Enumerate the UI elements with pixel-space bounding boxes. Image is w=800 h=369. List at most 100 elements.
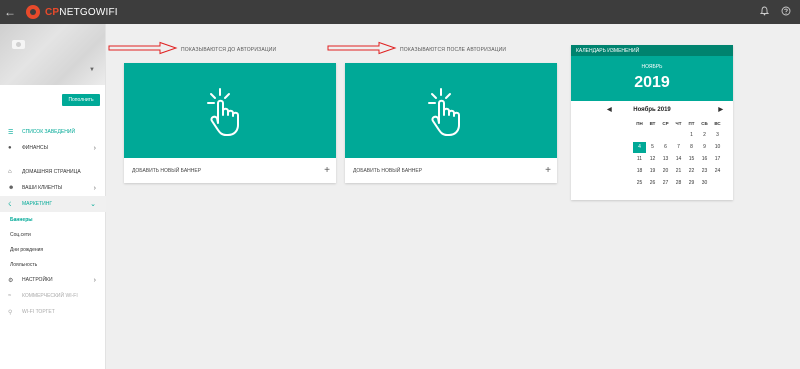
calendar-week-row: 25 26 27 28 29 30 (633, 177, 724, 189)
banner-placeholder[interactable] (345, 63, 557, 158)
calendar-day[interactable]: 26 (646, 178, 659, 189)
add-banner-row[interactable]: ДОБАВИТЬ НОВЫЙ БАННЕР + (124, 158, 336, 183)
calendar-day[interactable]: 21 (672, 166, 685, 177)
changes-calendar: КАЛЕНДАРЬ ИЗМЕНЕНИЙ НОЯБРЬ 2019 ◀ Ноябрь… (571, 45, 733, 200)
bell-icon[interactable] (758, 6, 770, 19)
sidebar-item-clients[interactable]: ☻ ВАШИ КЛИЕНТЫ › (0, 180, 106, 196)
sidebar-item-finance[interactable]: ● ФИНАНСЫ › (0, 140, 106, 156)
home-icon: ⌂ (8, 169, 12, 175)
sidebar-item-venues[interactable]: ☰ СПИСОК ЗАВЕДЕНИЙ (0, 124, 106, 140)
sidebar-subitem-banners[interactable]: Баннеры (0, 212, 106, 227)
calendar-day[interactable]: 10 (711, 142, 724, 153)
chevron-down-icon[interactable]: ▼ (89, 67, 95, 73)
calendar-day[interactable]: 7 (672, 142, 685, 153)
calendar-year-box: НОЯБРЬ 2019 (571, 56, 733, 101)
calendar-day[interactable]: 25 (633, 178, 646, 189)
logo[interactable]: CPNETGOWIFI (26, 5, 118, 19)
sidebar-item-label: WI-FI ТОРГЕТ (22, 309, 55, 315)
red-arrow-annotation (327, 41, 397, 55)
tap-hand-icon (207, 87, 239, 136)
calendar-week-row: 4 5 6 7 8 9 10 (633, 141, 724, 153)
banner-placeholder[interactable] (124, 63, 336, 158)
sidebar-item-wifi-target[interactable]: ⚲ WI-FI ТОРГЕТ (0, 304, 106, 320)
calendar-year: 2019 (634, 74, 670, 91)
calendar-day[interactable]: 3 (711, 130, 724, 141)
add-banner-button[interactable]: + (545, 165, 551, 176)
calendar-day[interactable]: 27 (659, 178, 672, 189)
topup-button[interactable]: Пополнить (62, 94, 100, 106)
calendar-weekday: ПТ (688, 120, 695, 126)
money-icon: ● (8, 145, 12, 151)
calendar-weekday: ВТ (649, 120, 656, 126)
calendar-day[interactable]: 12 (646, 154, 659, 165)
calendar-day[interactable]: 16 (698, 154, 711, 165)
calendar-day[interactable]: 1 (685, 130, 698, 141)
sidebar-item-settings[interactable]: ⚙ НАСТРОЙКИ › (0, 272, 106, 288)
location-pin-icon: ⚲ (8, 309, 13, 316)
sidebar-item-commercial-wifi[interactable]: ≈ КОММЕРЧЕСКИЙ WI-FI (0, 288, 106, 304)
calendar-empty-cell (659, 130, 672, 141)
chevron-right-icon: › (93, 276, 96, 284)
calendar-weekday: СБ (701, 120, 708, 126)
prev-month-icon[interactable]: ◀ (607, 106, 612, 113)
chevron-down-icon: ⌄ (90, 201, 96, 208)
back-arrow-icon[interactable]: ← (0, 0, 20, 24)
calendar-day[interactable]: 6 (659, 142, 672, 153)
sidebar-item-label: ВАШИ КЛИЕНТЫ (22, 185, 63, 191)
add-banner-label: ДОБАВИТЬ НОВЫЙ БАННЕР (132, 167, 202, 174)
calendar-day[interactable]: 4 (633, 141, 646, 153)
label-before-auth: ПОКАЗЫВАЮТСЯ ДО АВТОРИЗАЦИИ (181, 47, 277, 53)
sidebar-subitem-social[interactable]: Соц.сети (0, 227, 106, 242)
add-banner-row[interactable]: ДОБАВИТЬ НОВЫЙ БАННЕР + (345, 158, 557, 183)
sidebar-item-label: МАРКЕТИНГ (22, 201, 53, 207)
calendar-day[interactable]: 15 (685, 154, 698, 165)
profile-header[interactable]: ▼ (0, 24, 105, 85)
calendar-day[interactable]: 20 (659, 166, 672, 177)
calendar-day[interactable]: 28 (672, 178, 685, 189)
calendar-month-nav: ◀ Ноябрь 2019 ▶ (571, 101, 733, 118)
sidebar-nav: ☰ СПИСОК ЗАВЕДЕНИЙ ● ФИНАНСЫ › ⌂ ДОМАШНЯ… (0, 124, 106, 320)
calendar-day[interactable]: 30 (698, 178, 711, 189)
red-arrow-annotation (108, 41, 178, 55)
camera-icon[interactable] (12, 40, 25, 49)
label-after-auth: ПОКАЗЫВАЮТСЯ ПОСЛЕ АВТОРИЗАЦИИ (400, 47, 507, 53)
calendar-day[interactable]: 9 (698, 142, 711, 153)
calendar-day[interactable]: 2 (698, 130, 711, 141)
calendar-day[interactable]: 14 (672, 154, 685, 165)
banner-card-before-auth: ДОБАВИТЬ НОВЫЙ БАННЕР + (124, 63, 336, 183)
calendar-day[interactable]: 23 (698, 166, 711, 177)
sidebar-item-label: КОММЕРЧЕСКИЙ WI-FI (22, 293, 78, 299)
next-month-icon[interactable]: ▶ (718, 106, 723, 113)
calendar-month-small: НОЯБРЬ (641, 64, 663, 70)
calendar-day[interactable]: 8 (685, 142, 698, 153)
calendar-day[interactable]: 22 (685, 166, 698, 177)
logo-cp-text: CP (45, 6, 60, 18)
sidebar-item-home-page[interactable]: ⌂ ДОМАШНЯЯ СТРАНИЦА (0, 164, 106, 180)
calendar-day[interactable]: 19 (646, 166, 659, 177)
sidebar-item-marketing[interactable]: ☇ МАРКЕТИНГ ⌄ (0, 196, 106, 212)
add-banner-label: ДОБАВИТЬ НОВЫЙ БАННЕР (353, 167, 423, 174)
calendar-day[interactable]: 29 (685, 178, 698, 189)
sidebar-item-label: ФИНАНСЫ (22, 145, 48, 151)
help-icon[interactable] (780, 6, 792, 19)
chevron-right-icon: › (93, 184, 96, 192)
add-banner-button[interactable]: + (324, 165, 330, 176)
calendar-day[interactable]: 11 (633, 154, 646, 165)
calendar-day[interactable]: 18 (633, 166, 646, 177)
calendar-day[interactable]: 24 (711, 166, 724, 177)
calendar-day[interactable]: 17 (711, 154, 724, 165)
person-icon: ☻ (8, 185, 15, 191)
network-icon: ☇ (8, 201, 12, 208)
sidebar-subitem-birthdays[interactable]: Дни рождения (0, 242, 106, 257)
sidebar-item-label: ДОМАШНЯЯ СТРАНИЦА (22, 169, 81, 175)
calendar-day[interactable]: 13 (659, 154, 672, 165)
calendar-weekday: СР (662, 120, 669, 126)
calendar-week-row: 18 19 20 21 22 23 24 (633, 165, 724, 177)
calendar-day[interactable]: 5 (646, 142, 659, 153)
logo-mark-icon (26, 5, 40, 19)
chevron-right-icon: › (93, 144, 96, 152)
calendar-header: КАЛЕНДАРЬ ИЗМЕНЕНИЙ (571, 45, 733, 56)
sidebar-subitem-loyalty[interactable]: Лояльность (0, 257, 106, 272)
calendar-empty-cell (672, 130, 685, 141)
tap-hand-icon (428, 87, 460, 136)
